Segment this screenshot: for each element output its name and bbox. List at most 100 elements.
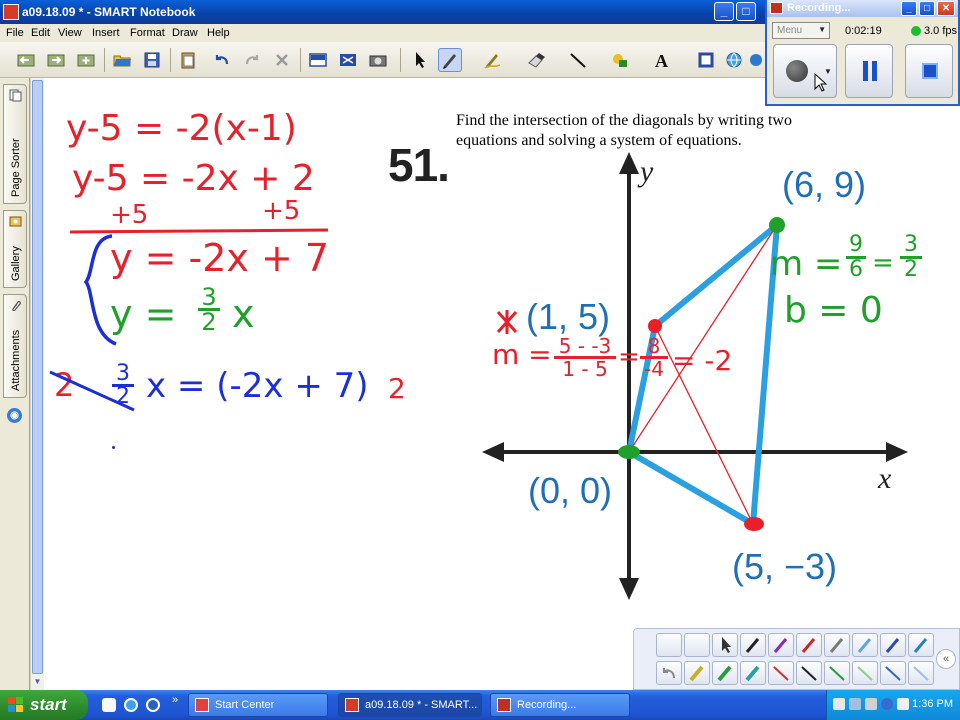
ink-red-slope-den2: -4 — [644, 357, 664, 381]
menu-help[interactable]: Help — [207, 27, 230, 39]
paste-icon[interactable] — [176, 48, 200, 72]
ink-equation-two-rhs: x — [232, 292, 255, 336]
recording-close-button[interactable]: ✕ — [937, 1, 955, 16]
float-tool-highlighter-green-icon[interactable] — [712, 661, 738, 685]
x-axis — [482, 442, 908, 462]
tray-network-icon[interactable] — [833, 698, 845, 710]
minimize-button[interactable]: _ — [714, 2, 734, 21]
float-tool-screen-capture-icon[interactable] — [656, 633, 682, 657]
float-tool-pen-red-icon[interactable] — [796, 633, 822, 657]
ink-green-slope-den: 6 — [849, 257, 863, 282]
tab-gallery-label: Gallery — [10, 246, 22, 281]
tray-smart-icon[interactable] — [849, 698, 861, 710]
taskbar-item-start-center[interactable]: Start Center — [188, 693, 328, 717]
previous-page-icon[interactable] — [14, 48, 38, 72]
float-tool-undo-icon[interactable] — [656, 661, 682, 685]
vertex-5-neg3-dot — [744, 517, 764, 531]
recording-menu-dropdown[interactable]: Menu ▼ — [772, 22, 830, 39]
float-tool-line-green-icon[interactable] — [824, 661, 850, 685]
creative-pen-icon[interactable] — [480, 48, 504, 72]
status-green-icon — [911, 26, 921, 36]
float-tool-line-blue-icon[interactable] — [880, 661, 906, 685]
screen-shade-icon[interactable] — [306, 48, 330, 72]
add-page-icon[interactable] — [74, 48, 98, 72]
save-icon[interactable] — [140, 48, 164, 72]
side-tab-panel: Page Sorter Gallery Attachments ◉ — [0, 78, 30, 690]
delete-icon[interactable] — [270, 48, 294, 72]
float-tool-line-lightgreen-icon[interactable] — [852, 661, 878, 685]
scroll-down-arrow-icon[interactable]: ▼ — [32, 676, 43, 688]
problem-number: 51. — [388, 139, 450, 191]
taskbar-item-start-center-label: Start Center — [215, 699, 275, 711]
point-label-1-5: (1, 5) — [526, 296, 611, 337]
fill-color-icon[interactable] — [694, 48, 718, 72]
quicklaunch-more-chevron-icon[interactable]: » — [172, 694, 178, 706]
ink-line-distribute: y-5 = -2x + 2 — [72, 158, 315, 199]
recording-maximize-button[interactable]: □ — [919, 1, 935, 16]
float-tool-camera-icon[interactable] — [684, 633, 710, 657]
tray-bluetooth-icon[interactable] — [881, 698, 893, 710]
menu-file[interactable]: File — [6, 27, 24, 39]
float-tools-expand-icon[interactable]: « — [936, 649, 956, 669]
eraser-icon[interactable] — [524, 48, 548, 72]
float-tool-select-icon[interactable] — [712, 633, 738, 657]
taskbar-item-smart-notebook[interactable]: a09.18.09 * - SMART... — [338, 693, 482, 717]
line-tool-icon[interactable] — [566, 48, 590, 72]
menu-edit[interactable]: Edit — [31, 27, 50, 39]
capture-icon[interactable] — [366, 48, 390, 72]
windows-logo-icon — [8, 697, 24, 713]
float-tool-line-red-icon[interactable] — [768, 661, 794, 685]
ink-red-slope-den: 1 - 5 — [562, 357, 608, 381]
internet-globe-icon[interactable] — [722, 48, 746, 72]
quicklaunch-ie-icon[interactable] — [124, 698, 138, 712]
float-tool-pen-black-icon[interactable] — [740, 633, 766, 657]
float-tool-highlighter-teal-icon[interactable] — [740, 661, 766, 685]
menu-format[interactable]: Format — [130, 27, 165, 39]
point-label-6-9: (6, 9) — [782, 164, 867, 205]
stop-button[interactable] — [905, 44, 953, 98]
tray-printer-icon[interactable] — [865, 698, 877, 710]
select-arrow-icon[interactable] — [408, 48, 432, 72]
pause-button[interactable] — [845, 44, 893, 98]
ink-green-slope-num2: 3 — [904, 232, 918, 257]
text-tool-icon[interactable]: A — [650, 48, 674, 72]
scrollbar-thumb[interactable] — [32, 80, 43, 674]
taskbar-item-recording[interactable]: Recording... — [490, 693, 630, 717]
vertical-scrollbar[interactable]: ▼ — [30, 78, 44, 690]
point-label-0-0: (0, 0) — [528, 470, 613, 511]
record-button[interactable]: ▼ — [773, 44, 837, 98]
maximize-button[interactable]: □ — [736, 2, 756, 21]
quicklaunch-mail-icon[interactable] — [102, 698, 116, 712]
float-tool-line-black-icon[interactable] — [796, 661, 822, 685]
properties-icon[interactable]: ◉ — [7, 408, 22, 423]
menu-insert[interactable]: Insert — [92, 27, 120, 39]
redo-icon[interactable] — [240, 48, 264, 72]
shapes-icon[interactable] — [608, 48, 632, 72]
start-button[interactable]: start — [0, 690, 88, 720]
start-label: start — [30, 695, 67, 714]
float-tool-pen-blue-icon[interactable] — [852, 633, 878, 657]
float-tool-pen-navy-icon[interactable] — [880, 633, 906, 657]
menu-view[interactable]: View — [58, 27, 82, 39]
float-tool-pen-gray-icon[interactable] — [824, 633, 850, 657]
pen-tool-icon[interactable] — [438, 48, 462, 72]
system-tray: 1:36 PM — [826, 690, 960, 720]
float-tool-pen-cyan-icon[interactable] — [908, 633, 934, 657]
tab-attachments[interactable]: Attachments — [3, 294, 27, 398]
ink-solve-fraction: 3 2 — [112, 363, 134, 408]
float-tool-pen-purple-icon[interactable] — [768, 633, 794, 657]
recording-fps: 3.0 fps — [924, 25, 958, 37]
next-page-icon[interactable] — [44, 48, 68, 72]
full-screen-icon[interactable] — [336, 48, 360, 72]
menu-draw[interactable]: Draw — [172, 27, 198, 39]
quicklaunch-media-icon[interactable] — [146, 698, 160, 712]
recording-minimize-button[interactable]: _ — [901, 1, 917, 16]
ink-green-slope-eq: = — [872, 248, 894, 278]
open-file-icon[interactable] — [110, 48, 134, 72]
ink-green-slope-prefix: m = — [770, 244, 843, 284]
undo-icon[interactable] — [210, 48, 234, 72]
float-tool-highlighter-yellow-icon[interactable] — [684, 661, 710, 685]
recording-menu-label: Menu — [777, 25, 803, 36]
float-tool-line-lightblue-icon[interactable] — [908, 661, 934, 685]
ink-red-slope-fraction-2: 8 -4 — [640, 336, 668, 379]
